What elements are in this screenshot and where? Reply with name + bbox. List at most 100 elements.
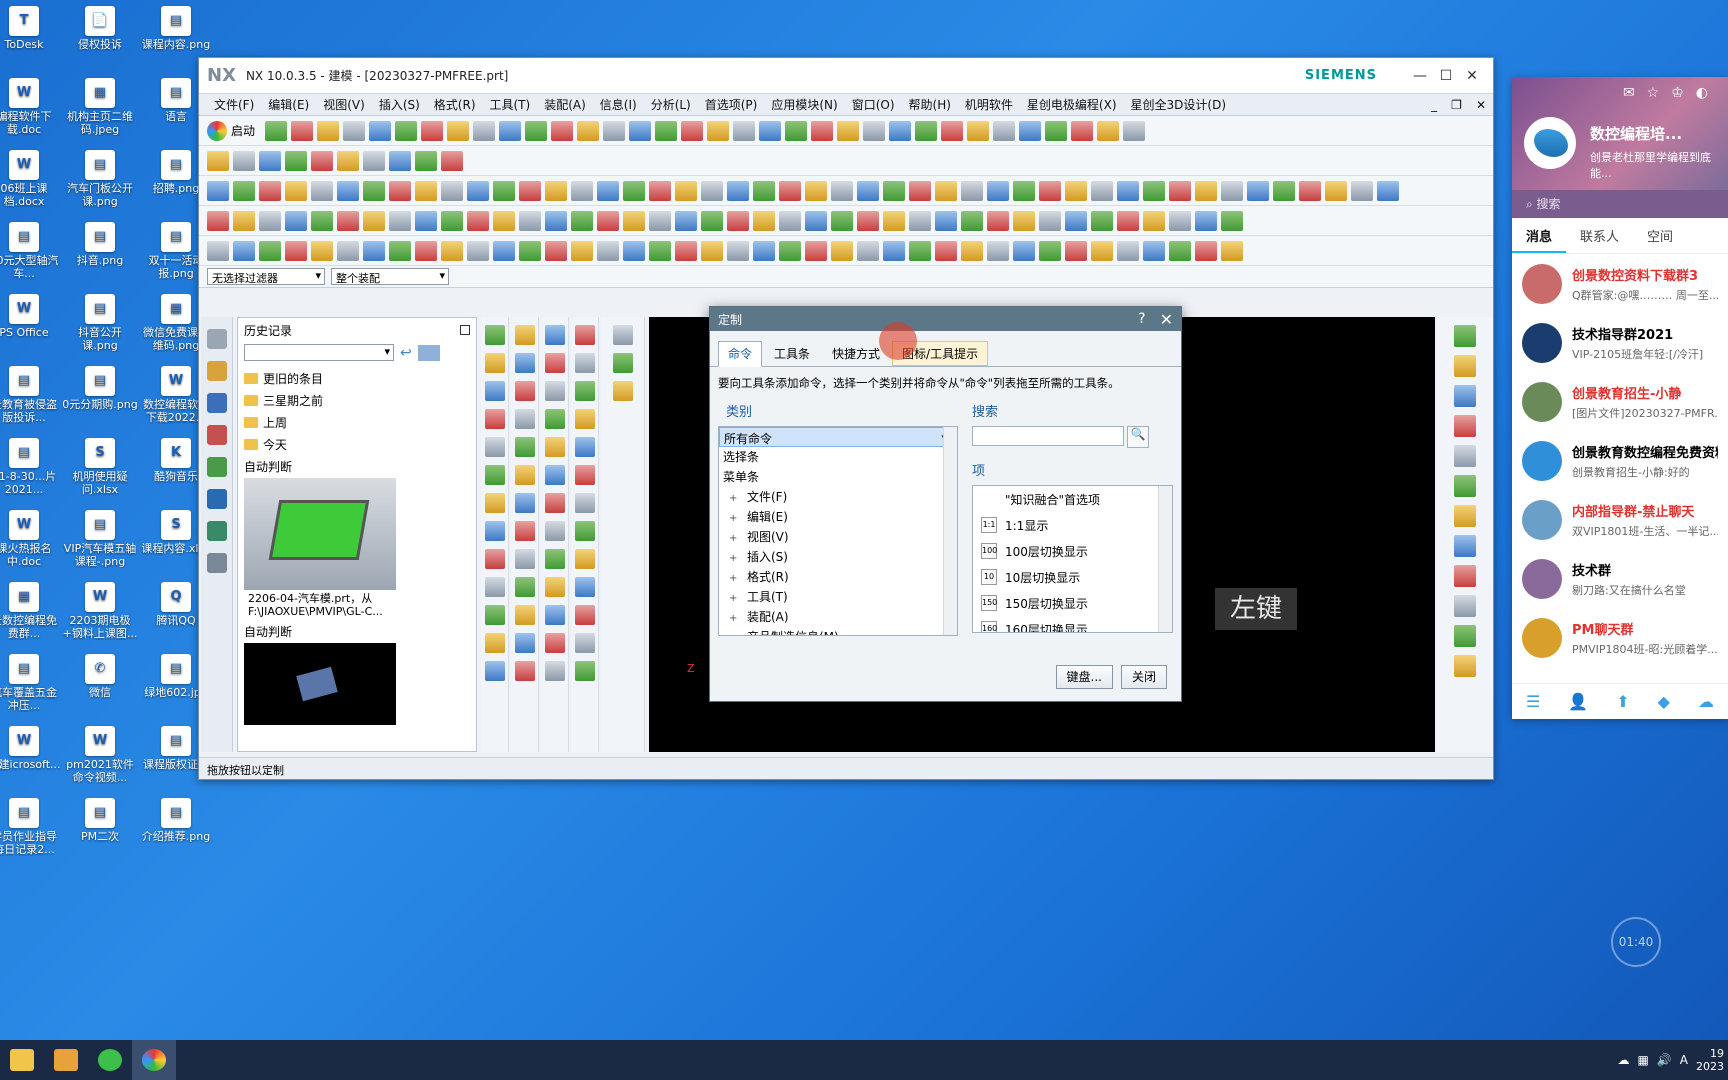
toolbar-command-icon[interactable]	[415, 210, 437, 231]
command-icon[interactable]	[484, 353, 505, 373]
command-item[interactable]: 10 10层切换显示	[973, 564, 1172, 590]
menu-item[interactable]: 文件(F)	[207, 96, 261, 113]
chat-item[interactable]: PM聊天群 PMVIP1804班-昭:光顾着学...	[1512, 608, 1728, 667]
toolbar-command-icon[interactable]	[909, 210, 931, 231]
toolbar-command-icon[interactable]	[207, 150, 229, 171]
desktop-icon[interactable]: S 机明使用疑问.xlsx	[62, 438, 138, 496]
tab-messages[interactable]: 消息	[1512, 226, 1567, 253]
toolbar-command-icon[interactable]	[1013, 210, 1035, 231]
toolbar-command-icon[interactable]	[675, 180, 697, 201]
toolbar-command-icon[interactable]	[259, 150, 281, 171]
command-icon[interactable]	[574, 633, 595, 653]
toolbar-command-icon[interactable]	[259, 180, 281, 201]
desktop-icon[interactable]: ▦ 机构主页二维码.jpeg	[62, 78, 138, 136]
add-contact-icon[interactable]: 👤	[1568, 692, 1588, 711]
command-item[interactable]: "知识融合"首选项	[973, 486, 1172, 512]
toolbar-command-icon[interactable]	[369, 120, 392, 141]
desktop-icon[interactable]: ▤21-8-30...片2021...	[0, 438, 62, 496]
toolbar-command-icon[interactable]	[395, 120, 418, 141]
toolbar-command-icon[interactable]	[441, 180, 463, 201]
toolbar-command-icon[interactable]	[1065, 180, 1087, 201]
minimize-button[interactable]: —	[1407, 68, 1433, 84]
toolbar-command-icon[interactable]	[1169, 180, 1191, 201]
toolbar-command-icon[interactable]	[1143, 210, 1165, 231]
taskbar-powermill[interactable]	[44, 1040, 88, 1080]
category-item[interactable]: 选择条	[719, 447, 957, 467]
toolbar-command-icon[interactable]	[811, 120, 834, 141]
command-icon[interactable]	[544, 633, 565, 653]
tab-contacts[interactable]: 联系人	[1566, 226, 1633, 245]
toolbar-command-icon[interactable]	[577, 120, 600, 141]
toolbar-command-icon[interactable]	[1091, 210, 1113, 231]
toolbar-command-icon[interactable]	[707, 120, 730, 141]
part-navigator-icon[interactable]	[206, 361, 227, 381]
command-icon[interactable]	[544, 605, 565, 625]
assembly-scope-select[interactable]: 整个装配	[331, 268, 449, 285]
items-scrollbar[interactable]	[1158, 486, 1172, 632]
toolbar-command-icon[interactable]	[1169, 210, 1191, 231]
toolbar-command-icon[interactable]	[389, 210, 411, 231]
toolbar-command-icon[interactable]	[779, 210, 801, 231]
command-item[interactable]: 150 150层切换显示	[973, 590, 1172, 616]
toolbar-command-icon[interactable]	[675, 240, 697, 261]
toolbar-command-icon[interactable]	[935, 210, 957, 231]
toolbar-command-icon[interactable]	[675, 210, 697, 231]
command-icon[interactable]	[544, 437, 565, 457]
toolbar-command-icon[interactable]	[857, 240, 879, 261]
command-item[interactable]: 1:1 1:1显示	[973, 512, 1172, 538]
toolbar-command-icon[interactable]	[883, 240, 905, 261]
toolbar-command-icon[interactable]	[961, 210, 983, 231]
toolbar-command-icon[interactable]	[571, 180, 593, 201]
toolbar-command-icon[interactable]	[467, 240, 489, 261]
toolbar-command-icon[interactable]	[649, 210, 671, 231]
desktop-icon[interactable]: ▤ 0元分期购.png	[62, 366, 138, 411]
toolbar-command-icon[interactable]	[493, 180, 515, 201]
menu-item[interactable]: 星创全3D设计(D)	[1124, 96, 1233, 113]
toolbar-command-icon[interactable]	[987, 240, 1009, 261]
command-icon[interactable]	[514, 633, 535, 653]
command-icon[interactable]	[1454, 535, 1476, 557]
expand-icon[interactable]: +	[729, 509, 741, 529]
toolbar-command-icon[interactable]	[649, 240, 671, 261]
toolbar-command-icon[interactable]	[207, 210, 229, 231]
toolbar-command-icon[interactable]	[285, 150, 307, 171]
command-icon[interactable]	[544, 381, 565, 401]
command-icon[interactable]	[1454, 565, 1476, 587]
toolbar-command-icon[interactable]	[493, 210, 515, 231]
command-icon[interactable]	[514, 409, 535, 429]
toolbar-command-icon[interactable]	[805, 210, 827, 231]
toolbar-command-icon[interactable]	[837, 120, 860, 141]
category-item[interactable]: + 格式(R)	[719, 567, 957, 587]
history-folder[interactable]: 三星期之前	[238, 389, 476, 411]
chat-item[interactable]: 技术指导群2021 VIP-2105班詹年轻:[/冷汗]	[1512, 313, 1728, 372]
desktop-icon[interactable]: ▤ 抖音.png	[62, 222, 138, 267]
toolbar-command-icon[interactable]	[961, 180, 983, 201]
toolbar-command-icon[interactable]	[1221, 240, 1243, 261]
command-icon[interactable]	[1454, 325, 1476, 347]
toolbar-command-icon[interactable]	[1065, 210, 1087, 231]
desktop-icon[interactable]: ▤ 抖音公开课.png	[62, 294, 138, 352]
toolbar-command-icon[interactable]	[1195, 240, 1217, 261]
command-icon[interactable]	[1454, 385, 1476, 407]
command-icon[interactable]	[484, 325, 505, 345]
toolbar-command-icon[interactable]	[467, 210, 489, 231]
category-item[interactable]: + 工具(T)	[719, 587, 957, 607]
toolbar-command-icon[interactable]	[915, 120, 938, 141]
command-icon[interactable]	[574, 577, 595, 597]
toolbar-command-icon[interactable]	[1351, 180, 1373, 201]
toolbar-command-icon[interactable]	[967, 120, 990, 141]
toolbar-command-icon[interactable]	[525, 120, 548, 141]
chat-item[interactable]: 创景教育招生-小静 [图片文件]20230327-PMFR...	[1512, 372, 1728, 431]
dialog-close-icon[interactable]: ✕	[1160, 310, 1173, 329]
command-icon[interactable]	[574, 605, 595, 625]
desktop-icon[interactable]: ✆ 微信	[62, 654, 138, 699]
toolbar-command-icon[interactable]	[1045, 120, 1068, 141]
toolbar-command-icon[interactable]	[831, 180, 853, 201]
toolbar-command-icon[interactable]	[1299, 180, 1321, 201]
command-icon[interactable]	[574, 325, 595, 345]
toolbar-command-icon[interactable]	[1097, 120, 1120, 141]
command-icon[interactable]	[574, 549, 595, 569]
toolbar-command-icon[interactable]	[831, 210, 853, 231]
command-icon[interactable]	[544, 493, 565, 513]
desktop-icon[interactable]: W 06班上课档.docx	[0, 150, 62, 208]
